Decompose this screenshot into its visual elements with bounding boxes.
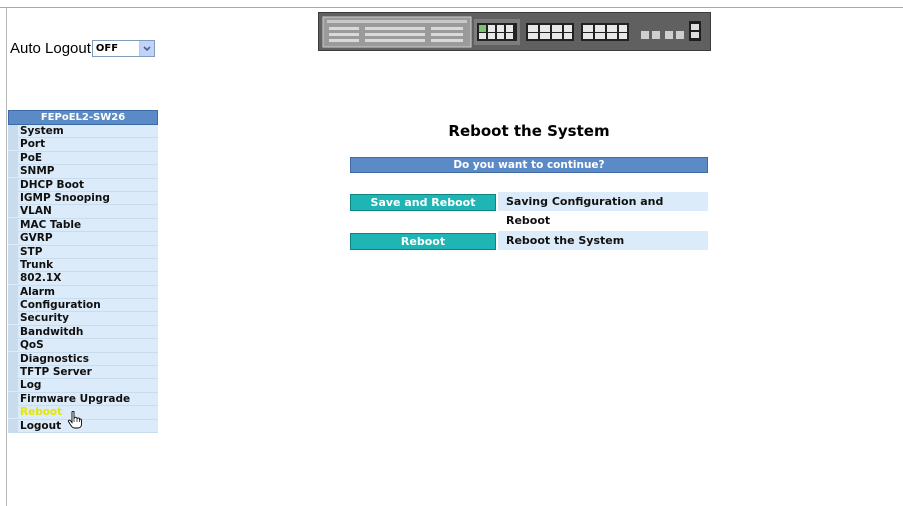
switch-device-image <box>318 12 711 51</box>
save-and-reboot-description: Saving Configuration and Reboot <box>498 192 708 227</box>
menu-item-alarm[interactable]: Alarm <box>8 285 158 300</box>
menu-bullet <box>8 151 18 164</box>
menu-item-snmp[interactable]: SNMP <box>8 165 158 179</box>
menu-item-label: MAC Table <box>20 218 82 231</box>
menu-bullet <box>8 325 18 338</box>
menu-item-label: DHCP Boot <box>20 178 85 191</box>
menu-item-firmware-upgrade[interactable]: Firmware Upgrade <box>8 392 158 407</box>
reboot-button[interactable]: Reboot <box>350 233 496 250</box>
menu-item-system[interactable]: System <box>8 125 158 139</box>
menu-bullet <box>8 299 18 312</box>
menu-item-label: PoE <box>20 151 43 164</box>
menu-item-bandwidth[interactable]: Bandwitdh <box>8 325 158 340</box>
menu-bullet <box>8 125 18 137</box>
menu-bullet <box>8 245 18 258</box>
menu-bullet <box>8 178 18 191</box>
menu-item-logout[interactable]: Logout <box>8 419 158 433</box>
menu-item-label: Reboot <box>20 406 63 419</box>
menu-item-poe[interactable]: PoE <box>8 151 158 166</box>
menu-item-label: GVRP <box>20 232 53 245</box>
menu-bullet <box>8 218 18 231</box>
menu-bullet <box>8 312 18 325</box>
menu-item-vlan[interactable]: VLAN <box>8 205 158 219</box>
menu-header: FEPoEL2-SW26 <box>8 110 158 125</box>
menu-item-8021x[interactable]: 802.1X <box>8 272 158 286</box>
menu-item-log[interactable]: Log <box>8 379 158 393</box>
top-frame-border <box>0 0 903 8</box>
menu-item-dhcp-boot[interactable]: DHCP Boot <box>8 178 158 192</box>
menu-bullet <box>8 205 18 218</box>
menu-bullet <box>8 339 18 352</box>
left-menu: FEPoEL2-SW26 System Port PoE SNMP DHCP B… <box>8 110 158 433</box>
menu-bullet <box>8 272 18 285</box>
confirmation-question: Do you want to continue? <box>350 157 708 173</box>
menu-bullet <box>8 352 18 365</box>
menu-item-label: STP <box>20 245 43 258</box>
menu-bullet <box>8 392 18 405</box>
menu-item-security[interactable]: Security <box>8 312 158 326</box>
menu-bullet <box>8 379 18 392</box>
menu-item-qos[interactable]: QoS <box>8 339 158 353</box>
menu-item-label: Log <box>20 379 42 392</box>
menu-item-label: TFTP Server <box>20 366 92 379</box>
menu-item-diagnostics[interactable]: Diagnostics <box>8 352 158 367</box>
menu-item-label: Diagnostics <box>20 352 89 365</box>
menu-bullet <box>8 406 18 419</box>
menu-item-trunk[interactable]: Trunk <box>8 258 158 273</box>
hand-pointer-icon <box>67 410 83 433</box>
menu-item-label: 802.1X <box>20 272 62 285</box>
menu-item-label: VLAN <box>20 205 52 218</box>
menu-item-label: Security <box>20 312 70 325</box>
menu-item-label: Alarm <box>20 285 55 298</box>
menu-item-stp[interactable]: STP <box>8 245 158 259</box>
menu-item-label: System <box>20 125 64 137</box>
auto-logout-label: Auto Logout <box>10 40 91 57</box>
menu-bullet <box>8 258 18 271</box>
menu-bullet <box>8 165 18 178</box>
menu-item-tftp-server[interactable]: TFTP Server <box>8 366 158 380</box>
menu-item-label: Logout <box>20 419 62 432</box>
chevron-down-icon[interactable] <box>138 41 154 56</box>
menu-item-label: Firmware Upgrade <box>20 392 131 405</box>
left-frame-border <box>6 8 7 506</box>
menu-item-label: QoS <box>20 339 44 352</box>
menu-item-label: SNMP <box>20 165 55 178</box>
menu-item-label: Configuration <box>20 299 101 312</box>
auto-logout-value: OFF <box>95 43 119 54</box>
menu-item-label: Trunk <box>20 258 54 271</box>
page-title: Reboot the System <box>448 122 610 140</box>
menu-item-label: IGMP Snooping <box>20 191 110 204</box>
reboot-description: Reboot the System <box>498 231 708 250</box>
menu-bullet <box>8 232 18 245</box>
menu-bullet <box>8 191 18 204</box>
menu-item-gvrp[interactable]: GVRP <box>8 232 158 246</box>
menu-item-reboot[interactable]: Reboot <box>8 406 158 420</box>
menu-item-configuration[interactable]: Configuration <box>8 299 158 313</box>
menu-item-label: Bandwitdh <box>20 325 84 338</box>
menu-item-port[interactable]: Port <box>8 138 158 152</box>
auto-logout-select[interactable]: OFF <box>91 40 155 57</box>
menu-item-mac-table[interactable]: MAC Table <box>8 218 158 233</box>
save-and-reboot-button[interactable]: Save and Reboot <box>350 194 496 211</box>
menu-bullet <box>8 138 18 151</box>
menu-bullet <box>8 419 18 432</box>
auto-logout: Auto Logout OFF <box>10 40 155 57</box>
menu-bullet <box>8 285 18 298</box>
menu-item-label: Port <box>20 138 46 151</box>
menu-item-igmp-snooping[interactable]: IGMP Snooping <box>8 191 158 206</box>
menu-bullet <box>8 366 18 379</box>
